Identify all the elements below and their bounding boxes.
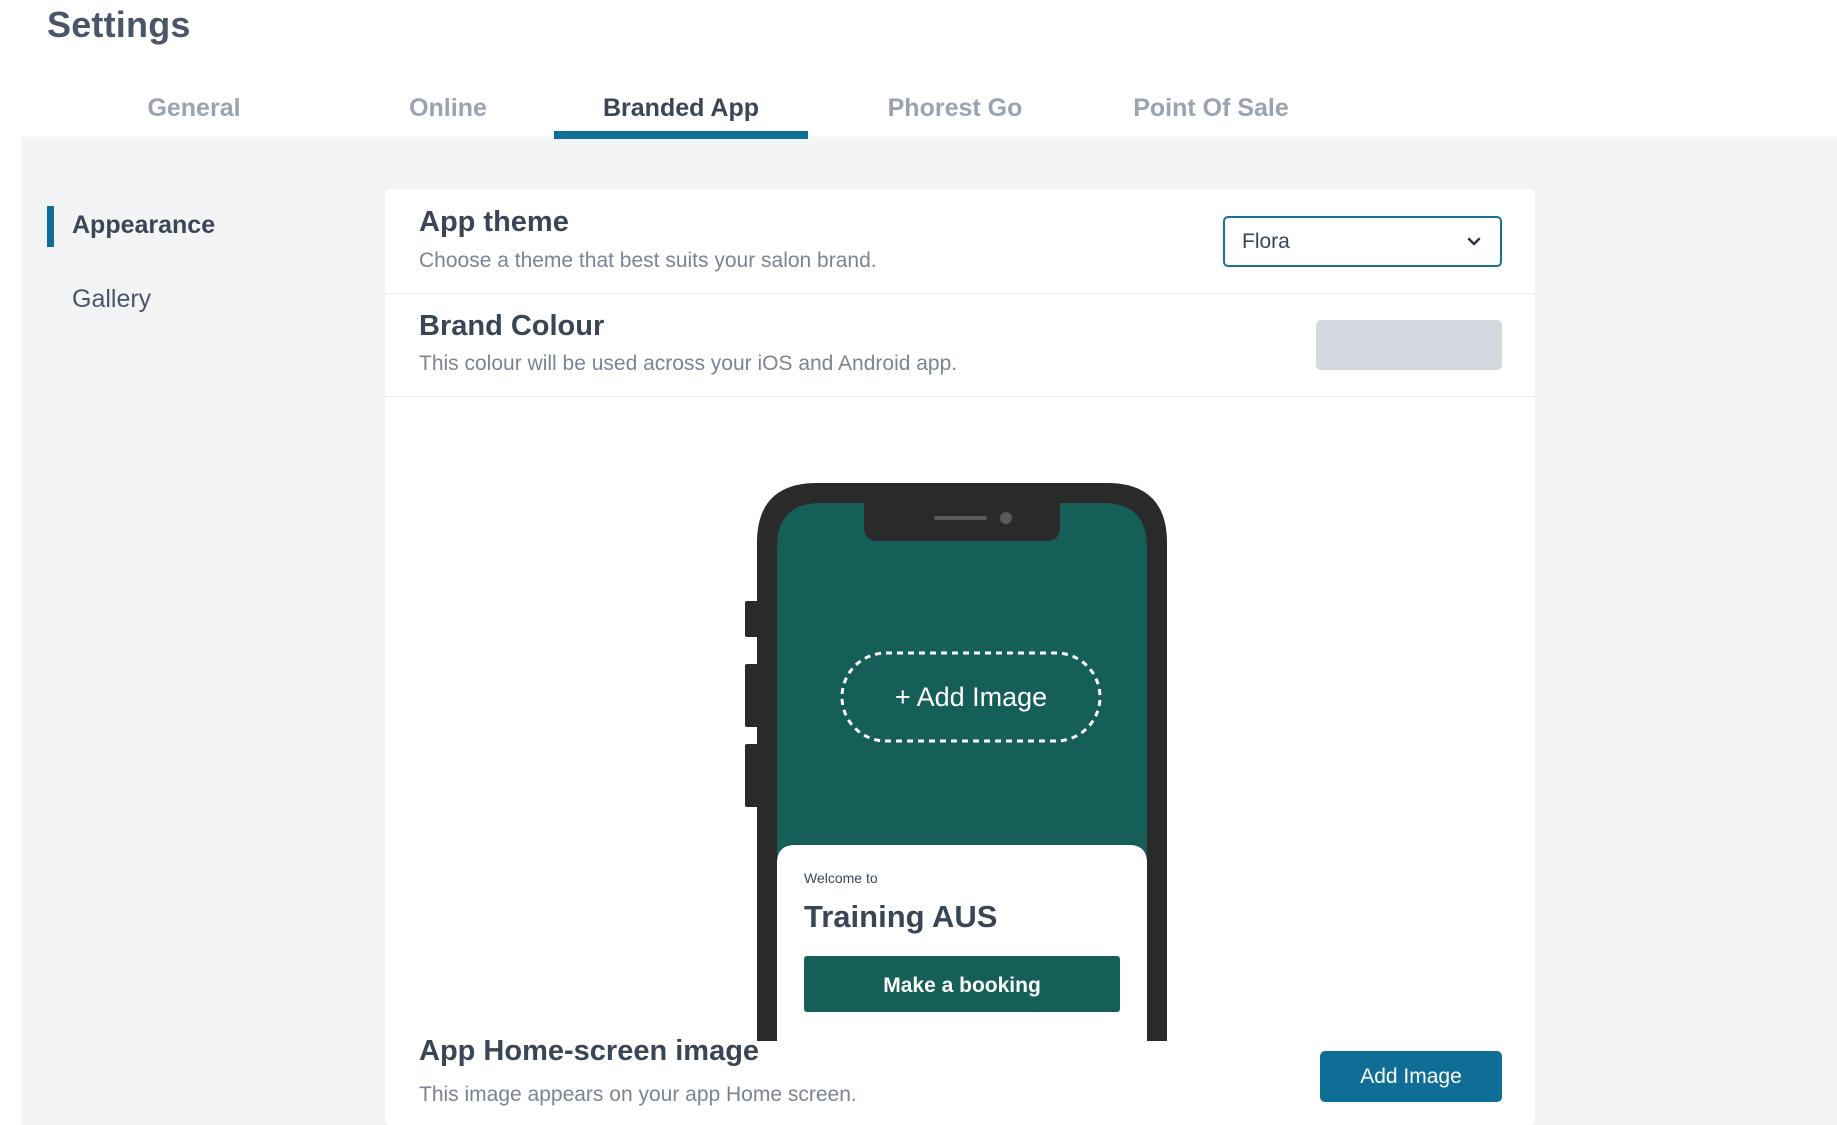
app-theme-title: App theme: [419, 206, 569, 238]
phone-camera: [1000, 512, 1012, 524]
chevron-down-icon: [1467, 237, 1481, 246]
page-title: Settings: [47, 4, 191, 45]
home-screen-image-title: App Home-screen image: [419, 1035, 760, 1067]
tab-point-of-sale[interactable]: Point Of Sale: [1091, 78, 1331, 138]
make-booking-label: Make a booking: [883, 974, 1041, 997]
tab-phorest-go[interactable]: Phorest Go: [835, 78, 1075, 138]
home-screen-image-description: This image appears on your app Home scre…: [419, 1083, 857, 1106]
phone-side-button: [745, 744, 759, 807]
welcome-text: Welcome to: [804, 870, 878, 886]
sidenav-item-gallery[interactable]: Gallery: [72, 285, 151, 314]
brand-colour-description: This colour will be used across your iOS…: [419, 352, 958, 375]
brand-colour-swatch[interactable]: [1316, 320, 1502, 370]
brand-colour-title: Brand Colour: [419, 310, 605, 342]
app-theme-select[interactable]: Flora: [1223, 216, 1502, 267]
settings-tabs: General Online Branded App Phorest Go Po…: [21, 78, 1837, 139]
sidenav-item-appearance[interactable]: Appearance: [72, 211, 215, 240]
add-image-button[interactable]: Add Image: [1320, 1051, 1502, 1102]
add-image-label: + Add Image: [895, 682, 1047, 712]
phone-side-button: [745, 664, 759, 727]
appearance-card: App theme Choose a theme that best suits…: [385, 189, 1535, 1125]
make-booking-button[interactable]: Make a booking: [804, 956, 1120, 1012]
app-theme-description: Choose a theme that best suits your salo…: [419, 249, 877, 272]
tab-general[interactable]: General: [77, 78, 311, 138]
row-divider: [385, 396, 1535, 397]
tab-online[interactable]: Online: [331, 78, 565, 138]
phone-preview: + Add Image Welcome to Training AUS Make…: [745, 483, 1167, 1041]
phone-side-button: [745, 601, 759, 637]
tab-branded-app[interactable]: Branded App: [554, 78, 808, 139]
app-theme-row: App theme Choose a theme that best suits…: [385, 189, 1535, 293]
app-theme-select-value: Flora: [1242, 230, 1290, 253]
sidenav-active-indicator: [47, 206, 54, 247]
salon-name: Training AUS: [804, 899, 997, 934]
